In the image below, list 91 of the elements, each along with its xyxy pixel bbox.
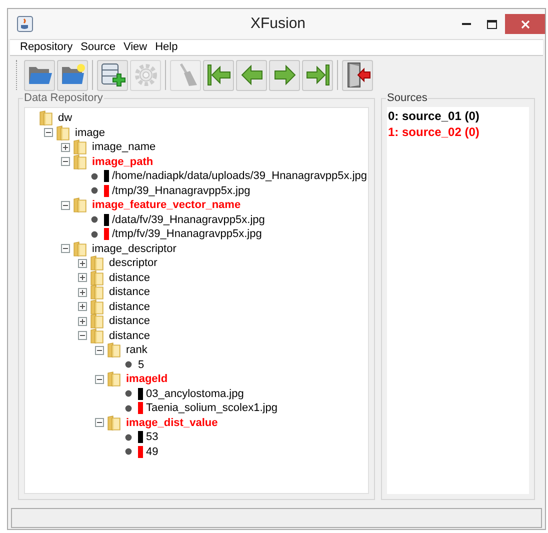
tree-leaf-label[interactable]: 53 [146,429,158,446]
expand-icon[interactable] [78,302,87,312]
tree-folder-label[interactable]: distance [109,270,150,286]
collapse-icon[interactable] [95,374,104,384]
tree-folder-label[interactable]: distance [109,328,150,344]
bullet-icon [125,434,132,441]
source-item[interactable]: 1: source_02 (0) [388,124,529,140]
source-item[interactable]: 0: source_01 (0) [388,108,529,124]
collapse-icon[interactable] [44,128,53,138]
java-cup-icon [17,16,33,32]
folder-icon [90,284,104,300]
folder-icon [73,240,87,257]
tree-folder-label[interactable]: image_feature_vector_name [92,197,241,214]
menu-item[interactable]: Source [80,39,116,56]
tree-folder-label[interactable]: imageId [126,371,168,388]
folder-icon [90,298,104,315]
tree-leaf-label[interactable]: /home/nadiapk/data/uploads/39_Hnanagravpp5x.jpg [112,168,368,184]
folder-icon [107,371,121,388]
menu-item[interactable]: Repository [20,39,73,56]
collapse-icon[interactable] [61,244,70,254]
tree-leaf-label[interactable]: /data/fv/39_Hnanagravpp5x.jpg [112,212,265,228]
folder-icon [107,342,121,358]
tree-leaf-label[interactable]: /tmp/fv/39_Hnanagravpp5x.jpg [112,226,262,242]
bullet-icon [125,404,132,412]
collapse-icon[interactable] [95,418,104,428]
bullet-icon [91,216,98,224]
toolbar-button[interactable] [203,60,234,90]
bullet-icon [125,361,132,368]
expand-icon[interactable] [78,273,87,282]
folder-icon [90,313,104,330]
bullet-icon [91,230,98,238]
folder-icon [73,139,87,156]
maximize-icon [487,20,497,28]
expand-icon[interactable] [78,258,87,268]
toolbar-button[interactable] [342,60,373,90]
tree-folder-label[interactable]: rank [126,342,148,358]
close-button[interactable] [505,14,545,34]
tree-folder-label[interactable]: distance [109,284,150,300]
toolbar-button[interactable] [302,60,333,90]
left-arrow-icon [238,63,264,87]
tree-folder-label[interactable]: image_name [92,139,156,156]
close-icon [520,20,530,28]
collapse-icon[interactable] [61,200,70,210]
toolbar-button[interactable] [236,60,267,90]
tree-folder-label[interactable]: image_dist_value [126,414,218,431]
tree-folder-label[interactable]: descriptor [109,255,158,272]
bullet-icon [91,187,98,194]
toolbar-button[interactable] [269,60,300,90]
menu-item[interactable]: View [123,39,148,56]
folder-icon [39,110,53,126]
menu-item[interactable]: Help [155,39,178,56]
expand-icon[interactable] [78,316,87,326]
folder-icon [90,328,104,344]
tree-folder-label[interactable]: distance [109,313,150,330]
tree-folder-label[interactable]: image [75,124,105,141]
folder-icon [56,124,70,141]
tree-folder-label[interactable]: distance [109,298,150,315]
tree-folder-label[interactable]: image_path [92,154,154,170]
first-arrow-icon [206,63,232,87]
tree-leaf-label[interactable]: 03_ancylostoma.jpg [146,386,244,402]
tree-leaf-label[interactable]: 49 [146,444,158,460]
folder-icon [73,154,87,170]
minimize-icon [462,23,470,25]
toolbar-button[interactable] [97,60,128,90]
folder-icon [90,270,104,286]
bullet-icon [125,448,132,456]
panel-title: Data Repository [23,92,104,105]
expand-icon[interactable] [78,288,87,297]
tree-folder-label[interactable]: image_descriptor [92,240,176,257]
tree-folder-label[interactable]: dw [58,110,72,126]
database-add-icon [100,62,126,88]
gear-icon [132,62,158,88]
exit-door-icon [344,61,370,89]
collapse-icon[interactable] [95,346,104,355]
tree-leaf-label[interactable]: 5 [138,356,144,373]
right-arrow-icon [272,63,298,87]
collapse-icon[interactable] [78,331,87,340]
tree-leaf-label[interactable]: Taenia_solium_scolex1.jpg [146,400,278,416]
folder-icon [73,197,87,214]
expand-icon[interactable] [61,142,70,152]
bullet-icon [125,390,132,398]
tree-leaf-label[interactable]: /tmp/39_Hnanagravpp5x.jpg [112,182,250,199]
new-folder-icon [60,63,86,87]
window-title: XFusion [249,14,307,34]
collapse-icon[interactable] [61,157,70,166]
last-arrow-icon [304,63,330,87]
toolbar-button[interactable] [57,60,88,90]
toolbar-button[interactable] [24,60,55,90]
folder-icon [90,255,104,272]
bullet-icon [91,172,98,180]
folder-icon [107,414,121,431]
